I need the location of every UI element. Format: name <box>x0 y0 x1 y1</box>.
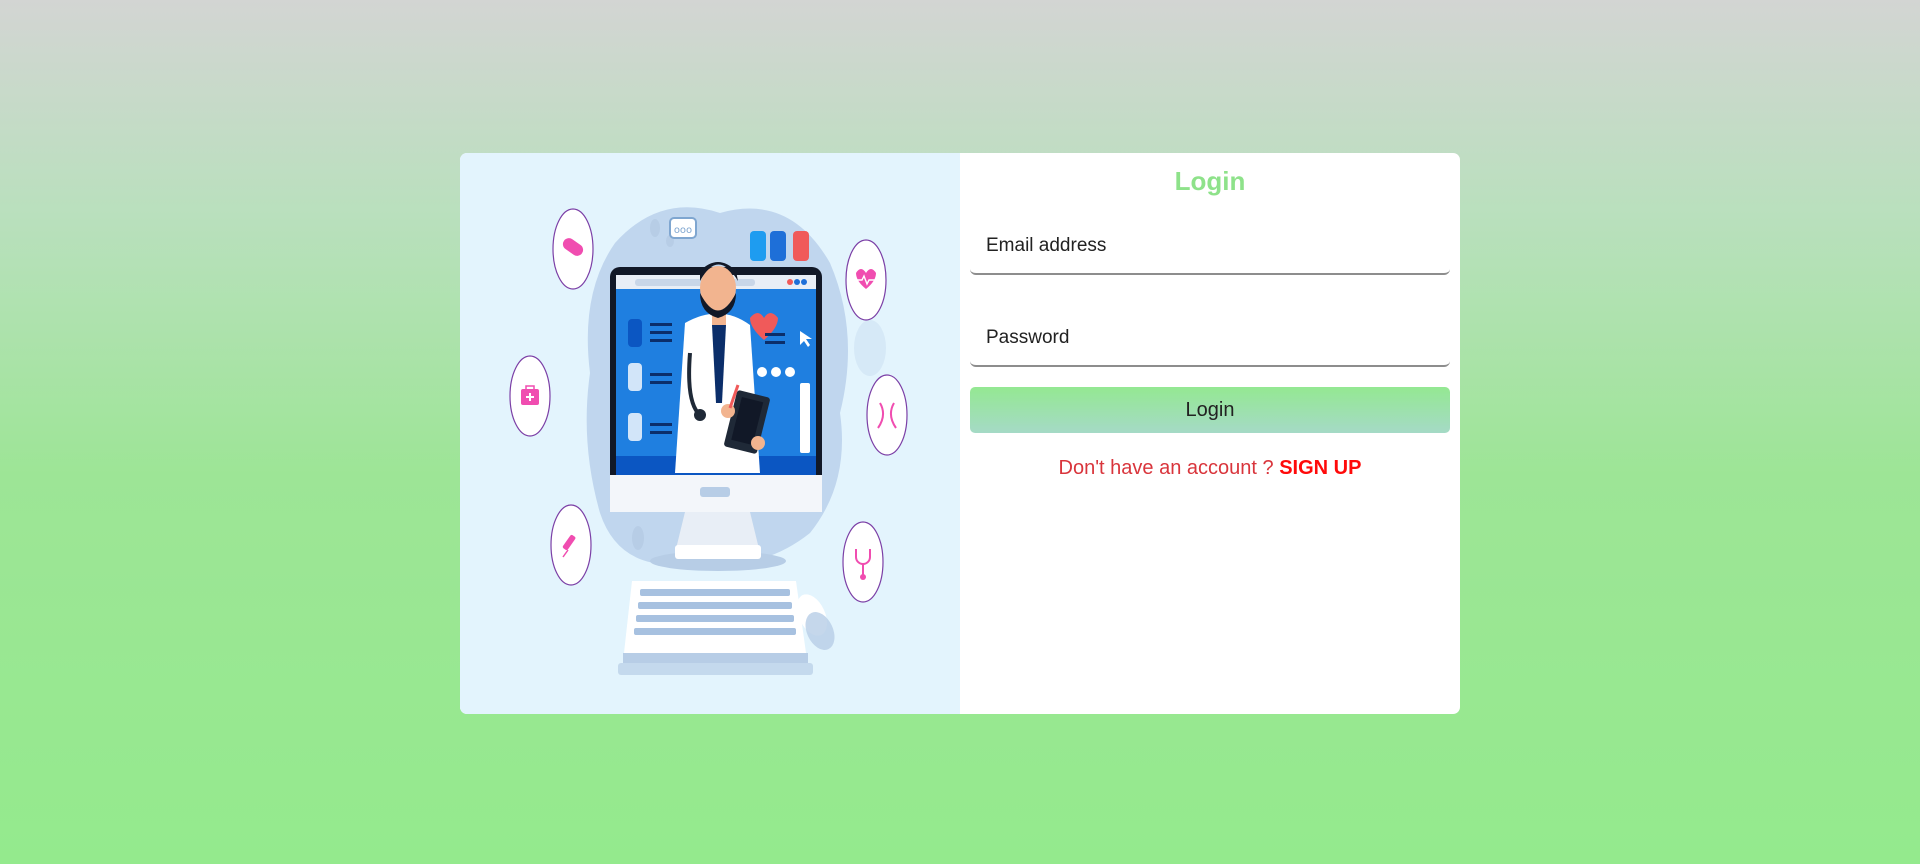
email-field-wrapper <box>970 219 1450 275</box>
bandage-icon <box>552 208 594 290</box>
dna-icon <box>866 374 908 456</box>
login-form: Login Login Don't have an account ? SIGN… <box>960 153 1460 714</box>
login-button[interactable]: Login <box>970 387 1450 433</box>
login-card: ooo Login Email address Login Don't have… <box>460 153 1460 714</box>
signup-row: Don't have an account ? SIGN UP <box>970 457 1450 480</box>
signup-prompt: Don't have an account ? <box>1058 457 1280 479</box>
syringe-icon <box>550 504 592 586</box>
login-title: Login <box>1174 166 1246 196</box>
doctor-computer-illustration: ooo <box>509 207 908 675</box>
first-aid-kit-icon <box>509 355 551 437</box>
email-input[interactable] <box>970 219 1450 273</box>
stethoscope-icon <box>842 521 884 603</box>
telemedicine-illustration: ooo <box>460 153 960 714</box>
heart-rate-icon <box>845 239 887 321</box>
password-field-wrapper <box>970 311 1450 367</box>
signup-link[interactable]: SIGN UP <box>1279 457 1361 479</box>
svg-text:ooo: ooo <box>674 225 692 236</box>
password-input[interactable] <box>970 311 1450 365</box>
